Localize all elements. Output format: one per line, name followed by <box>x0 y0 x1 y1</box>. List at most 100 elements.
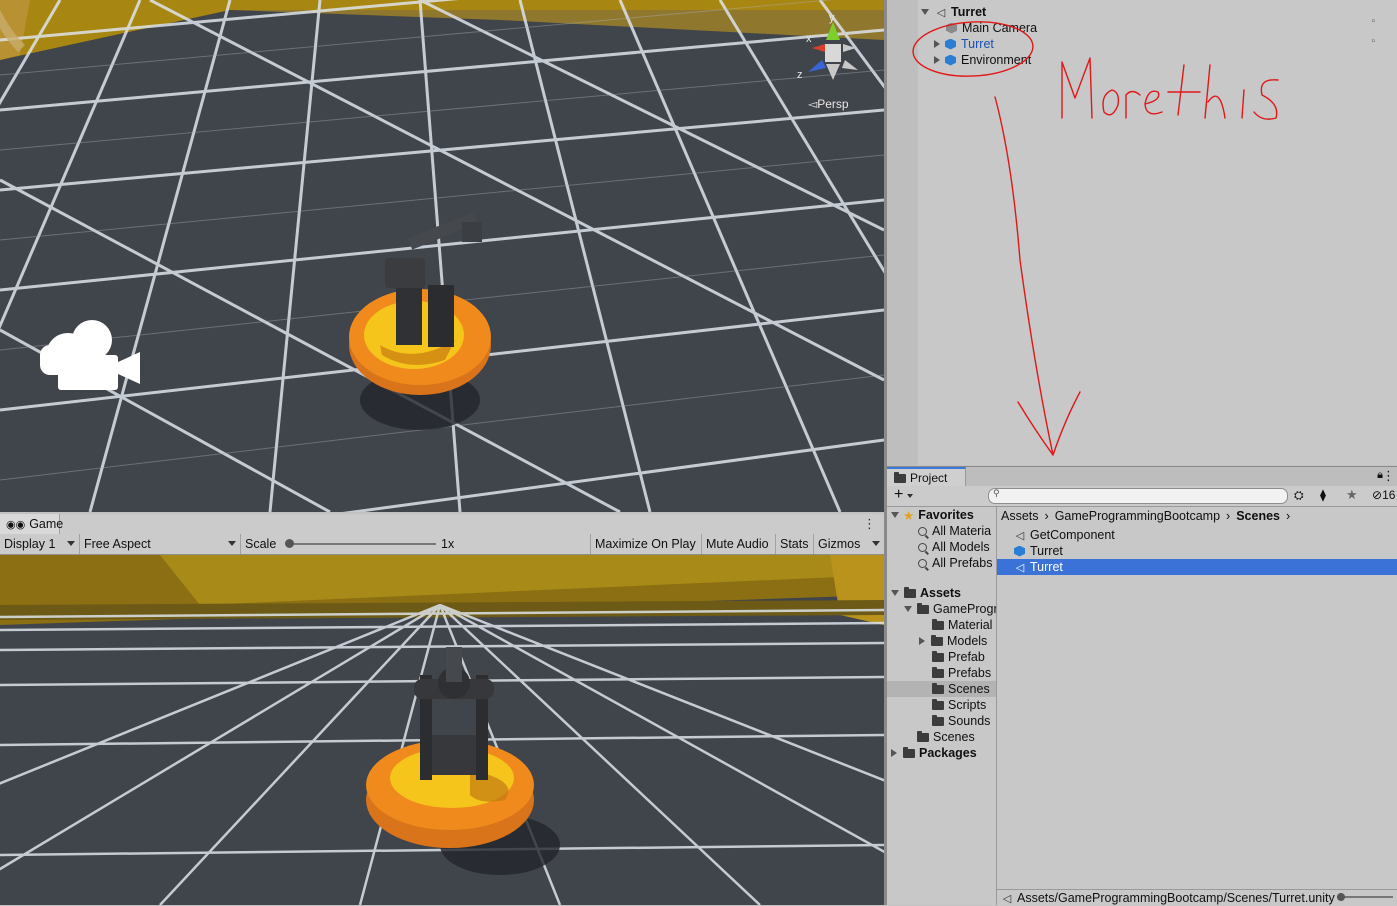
folder-item[interactable]: Scripts <box>932 697 986 713</box>
folder-item-selected[interactable]: Scenes <box>887 681 996 697</box>
scene-viewport[interactable]: y x z <box>0 0 884 512</box>
folder-icon <box>894 471 906 483</box>
favorites-header[interactable]: ★ Favorites <box>891 507 974 523</box>
display-dropdown[interactable]: Display 1 <box>0 534 80 554</box>
persp-arrow-icon: ◅ <box>808 97 818 111</box>
maximize-on-play-toggle[interactable]: Maximize On Play <box>591 534 702 554</box>
chevron-down-icon <box>67 541 75 546</box>
prefab-cube-icon <box>945 38 956 50</box>
hierarchy-collapse-icon[interactable]: ▫ <box>1371 16 1375 27</box>
folder-label: Material <box>948 618 993 632</box>
tab-project[interactable]: Project <box>887 467 966 487</box>
hidden-eye-icon: ⊘ <box>1372 488 1383 502</box>
gizmo-z-label: z <box>797 69 803 81</box>
mute-audio-toggle[interactable]: Mute Audio <box>702 534 776 554</box>
game-tab-bar: ◉◉ Game ⋮ <box>0 514 884 535</box>
expand-arrow-icon[interactable] <box>934 40 940 48</box>
expand-arrow-icon[interactable] <box>891 512 899 518</box>
breadcrumb-item[interactable]: GameProgrammingBootcamp <box>1055 509 1220 523</box>
breadcrumb-item[interactable]: Assets <box>1001 509 1039 523</box>
search-icon <box>918 558 927 568</box>
scale-control: Scale 1x <box>241 534 591 554</box>
hierarchy-collapse-icon[interactable]: ▫ <box>1371 36 1375 47</box>
project-more-icon[interactable]: ⋮ <box>1382 468 1395 484</box>
file-item[interactable]: ◁ GetComponent <box>1014 527 1115 543</box>
favorite-item[interactable]: All Materia <box>918 523 991 539</box>
folder-icon <box>932 682 944 694</box>
tab-game[interactable]: ◉◉ Game <box>0 514 63 534</box>
folder-item[interactable]: Models <box>919 633 987 649</box>
gizmo-x-label: x <box>806 33 812 45</box>
folder-item[interactable]: Sounds <box>932 713 990 729</box>
expand-arrow-icon[interactable] <box>921 9 929 15</box>
folder-game-programming[interactable]: GameProgr <box>904 601 997 617</box>
create-plus-icon[interactable]: + <box>894 486 903 504</box>
hierarchy-item-label: Main Camera <box>962 21 1038 35</box>
project-folder-tree: ★ Favorites All Materia All Models All P… <box>887 507 997 905</box>
folder-label: GameProgr <box>933 602 997 616</box>
file-label: Turret <box>1030 560 1063 574</box>
file-item-selected[interactable]: ◁ Turret <box>1014 559 1063 575</box>
prefab-cube-icon <box>945 54 956 66</box>
hierarchy-item-environment[interactable]: Environment <box>934 52 1031 68</box>
packages-label: Packages <box>919 746 977 760</box>
folder-item[interactable]: Prefab <box>932 649 985 665</box>
expand-arrow-icon[interactable] <box>891 749 897 757</box>
folder-label: Prefabs <box>948 666 992 680</box>
filter-label-icon[interactable]: ⧫ <box>1320 488 1326 502</box>
folder-item[interactable]: Scenes <box>917 729 975 745</box>
projection-toggle[interactable]: ◅Persp <box>808 97 849 111</box>
expand-arrow-icon[interactable] <box>919 637 925 645</box>
stats-toggle[interactable]: Stats <box>776 534 814 554</box>
filter-type-icon[interactable]: ⛭ <box>1294 488 1304 503</box>
favorite-item[interactable]: All Models <box>918 539 990 555</box>
favorite-item-label: All Models <box>932 540 990 554</box>
folder-icon <box>932 698 944 710</box>
aspect-dropdown-label: Free Aspect <box>84 537 151 551</box>
game-view[interactable] <box>0 555 884 905</box>
breadcrumb-item[interactable]: Scenes <box>1236 509 1280 523</box>
expand-arrow-icon[interactable] <box>904 606 912 612</box>
hierarchy-panel <box>887 0 1397 465</box>
icon-size-slider[interactable] <box>1337 896 1393 898</box>
assets-header[interactable]: Assets <box>891 585 961 601</box>
favorite-item[interactable]: All Prefabs <box>918 555 992 571</box>
folder-icon <box>917 730 929 742</box>
hierarchy-scene-row[interactable]: ◁ Turret <box>921 4 986 20</box>
project-tab-label: Project <box>910 471 948 485</box>
assets-label: Assets <box>920 586 961 600</box>
project-toolbar: + ⚲ ⛭ ⧫ ★ ⊘16 <box>887 486 1397 507</box>
icon-size-slider-handle[interactable] <box>1337 893 1345 901</box>
favorites-label: Favorites <box>918 508 974 522</box>
hierarchy-item-main-camera[interactable]: Main Camera <box>946 20 1037 36</box>
search-icon <box>918 526 927 536</box>
unity-scene-icon: ◁ <box>1002 892 1012 905</box>
visibility-count[interactable]: ⊘16 <box>1372 488 1395 502</box>
search-input[interactable]: ⚲ <box>988 488 1288 504</box>
game-viewport[interactable] <box>0 555 884 905</box>
hierarchy-item-turret[interactable]: Turret <box>934 36 994 52</box>
scale-slider[interactable] <box>286 543 436 545</box>
folder-label: Models <box>947 634 988 648</box>
persp-label: Persp <box>817 97 849 111</box>
scene-view[interactable]: y x z ◅Persp <box>0 0 884 512</box>
folder-item[interactable]: Material <box>932 617 992 633</box>
stats-label: Stats <box>780 537 809 551</box>
folder-icon <box>932 618 944 630</box>
favorite-star-icon[interactable]: ★ <box>1346 487 1358 503</box>
scale-slider-handle[interactable] <box>285 539 294 548</box>
folder-item[interactable]: Prefabs <box>932 665 991 681</box>
gizmos-dropdown[interactable]: Gizmos <box>814 534 884 554</box>
expand-arrow-icon[interactable] <box>934 56 940 64</box>
folder-icon <box>904 586 916 598</box>
folder-icon <box>932 714 944 726</box>
scale-label: Scale <box>245 537 277 551</box>
file-item[interactable]: Turret <box>1014 543 1063 559</box>
folder-label: Scenes <box>948 682 990 696</box>
gamepad-icon: ◉◉ <box>6 518 26 531</box>
expand-arrow-icon[interactable] <box>891 590 899 596</box>
aspect-dropdown[interactable]: Free Aspect <box>80 534 241 554</box>
chevron-down-icon[interactable] <box>907 494 913 498</box>
game-more-icon[interactable]: ⋮ <box>863 516 876 532</box>
packages-header[interactable]: Packages <box>891 745 977 761</box>
